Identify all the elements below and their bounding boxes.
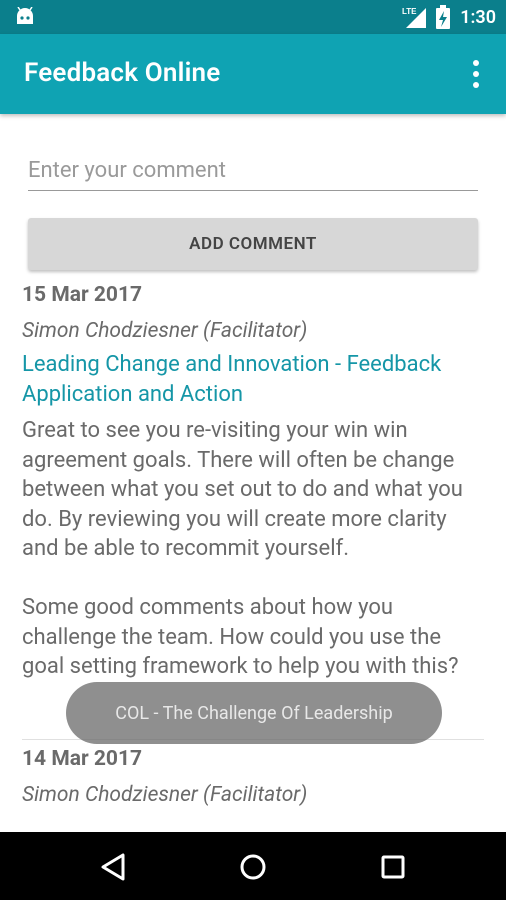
lte-signal-icon: LTE <box>402 7 427 28</box>
comment-input[interactable] <box>28 150 478 190</box>
svg-text:LTE: LTE <box>402 7 417 16</box>
navigation-bar <box>0 832 506 900</box>
feedback-author: Simon Chodziesner (Facilitator) <box>22 319 308 343</box>
feedback-date: 15 Mar 2017 <box>22 283 143 307</box>
feedback-body: Great to see you re-visiting your win wi… <box>22 418 463 679</box>
more-vert-icon[interactable] <box>466 58 486 90</box>
app-title: Feedback Online <box>24 58 221 88</box>
back-icon[interactable] <box>97 850 131 884</box>
add-comment-button[interactable]: ADD COMMENT <box>28 218 478 270</box>
feedback-entry: 14 Mar 2017 Simon Chodziesner (Facilitat… <box>22 742 472 812</box>
battery-charging-icon <box>436 5 451 29</box>
status-time: 1:30 <box>460 6 496 28</box>
feedback-author: Simon Chodziesner (Facilitator) <box>22 783 308 807</box>
feedback-course-link[interactable]: Leading Change and Innovation - Feedback… <box>22 350 472 410</box>
comment-field[interactable] <box>28 150 478 191</box>
status-bar: LTE 1:30 <box>0 0 506 34</box>
toast-message: COL - The Challenge Of Leadership <box>66 682 442 744</box>
feedback-date: 14 Mar 2017 <box>22 747 143 771</box>
android-icon <box>17 7 33 24</box>
app-bar: Feedback Online <box>0 34 506 114</box>
home-icon[interactable] <box>236 850 270 884</box>
recents-icon[interactable] <box>376 850 410 884</box>
feedback-entry: 15 Mar 2017 Simon Chodziesner (Facilitat… <box>22 278 472 682</box>
